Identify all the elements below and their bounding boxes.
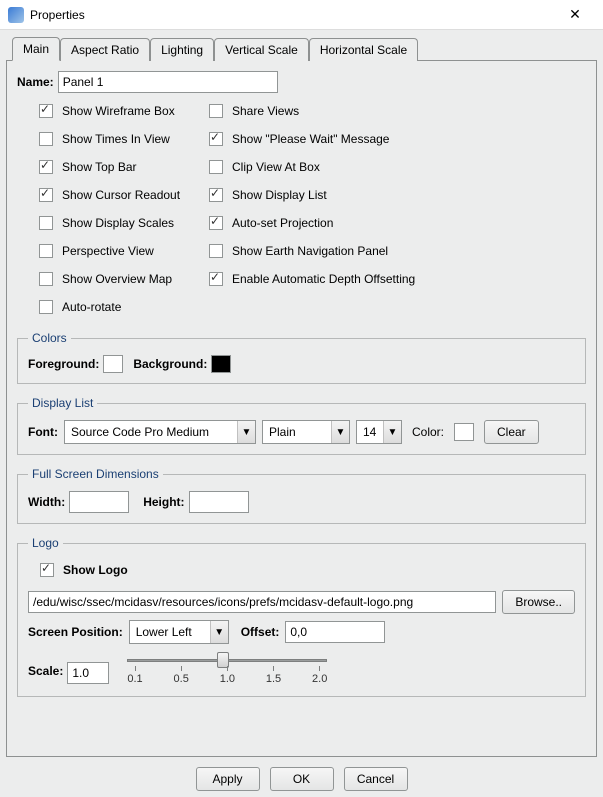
scale-input[interactable] bbox=[67, 662, 109, 684]
tab-vertical-scale[interactable]: Vertical Scale bbox=[214, 38, 309, 61]
cb-label: Auto-rotate bbox=[62, 300, 121, 314]
font-family-select[interactable]: Source Code Pro Medium ▼ bbox=[64, 420, 256, 444]
chevron-down-icon: ▼ bbox=[237, 421, 255, 443]
tick-label: 2.0 bbox=[312, 666, 327, 685]
name-label: Name: bbox=[17, 75, 54, 89]
colors-legend: Colors bbox=[28, 331, 71, 345]
cb-clip-view-at-box[interactable] bbox=[209, 160, 223, 174]
logo-legend: Logo bbox=[28, 536, 63, 550]
cb-show-cursor-readout[interactable] bbox=[39, 188, 53, 202]
cb-show-overview-map[interactable] bbox=[39, 272, 53, 286]
full-screen-group: Full Screen Dimensions Width: Height: bbox=[17, 467, 586, 524]
colors-group: Colors Foreground: Background: bbox=[17, 331, 586, 384]
cb-label: Show Top Bar bbox=[62, 160, 137, 174]
name-input[interactable] bbox=[58, 71, 278, 93]
foreground-swatch[interactable] bbox=[103, 355, 123, 373]
height-input[interactable] bbox=[189, 491, 249, 513]
cb-show-earth-nav-panel[interactable] bbox=[209, 244, 223, 258]
background-label: Background: bbox=[133, 357, 207, 371]
cb-show-top-bar[interactable] bbox=[39, 160, 53, 174]
cb-show-wireframe-box[interactable] bbox=[39, 104, 53, 118]
foreground-label: Foreground: bbox=[28, 357, 99, 371]
offset-input[interactable] bbox=[285, 621, 385, 643]
cancel-button[interactable]: Cancel bbox=[344, 767, 408, 791]
chevron-down-icon: ▼ bbox=[331, 421, 349, 443]
font-family-value: Source Code Pro Medium bbox=[65, 425, 237, 439]
cb-show-please-wait[interactable] bbox=[209, 132, 223, 146]
tick-label: 1.5 bbox=[266, 666, 281, 685]
tick-label: 1.0 bbox=[220, 666, 235, 685]
cb-label: Show Times In View bbox=[62, 132, 170, 146]
logo-path-input[interactable] bbox=[28, 591, 496, 613]
font-size-select[interactable]: 14 ▼ bbox=[356, 420, 402, 444]
titlebar: Properties ✕ bbox=[0, 0, 603, 30]
width-label: Width: bbox=[28, 495, 65, 509]
cb-show-logo[interactable] bbox=[40, 563, 54, 577]
cb-share-views[interactable] bbox=[209, 104, 223, 118]
display-list-group: Display List Font: Source Code Pro Mediu… bbox=[17, 396, 586, 455]
tab-main[interactable]: Main bbox=[12, 37, 60, 61]
window-title: Properties bbox=[30, 8, 555, 22]
width-input[interactable] bbox=[69, 491, 129, 513]
checkbox-grid: Show Wireframe Box Share Views Show Time… bbox=[35, 101, 586, 317]
ok-button[interactable]: OK bbox=[270, 767, 334, 791]
cb-enable-auto-depth-offset[interactable] bbox=[209, 272, 223, 286]
clear-button[interactable]: Clear bbox=[484, 420, 539, 444]
screen-position-value: Lower Left bbox=[130, 625, 210, 639]
logo-group: Logo Show Logo Browse.. Screen Position:… bbox=[17, 536, 586, 697]
display-list-color-swatch[interactable] bbox=[454, 423, 474, 441]
screen-position-select[interactable]: Lower Left ▼ bbox=[129, 620, 229, 644]
cb-label: Perspective View bbox=[62, 244, 154, 258]
tab-horizontal-scale[interactable]: Horizontal Scale bbox=[309, 38, 418, 61]
cb-label: Share Views bbox=[232, 104, 299, 118]
display-list-legend: Display List bbox=[28, 396, 97, 410]
height-label: Height: bbox=[143, 495, 184, 509]
tick-label: 0.1 bbox=[127, 666, 142, 685]
cb-perspective-view[interactable] bbox=[39, 244, 53, 258]
cb-label: Enable Automatic Depth Offsetting bbox=[232, 272, 415, 286]
chevron-down-icon: ▼ bbox=[383, 421, 401, 443]
background-swatch[interactable] bbox=[211, 355, 231, 373]
cb-label: Show Cursor Readout bbox=[62, 188, 180, 202]
cb-label: Show Display List bbox=[232, 188, 327, 202]
font-style-value: Plain bbox=[263, 425, 331, 439]
show-logo-label: Show Logo bbox=[63, 563, 128, 577]
app-icon bbox=[8, 7, 24, 23]
tab-bar: Main Aspect Ratio Lighting Vertical Scal… bbox=[12, 36, 597, 60]
cb-show-display-scales[interactable] bbox=[39, 216, 53, 230]
content-area: Main Aspect Ratio Lighting Vertical Scal… bbox=[0, 30, 603, 797]
tab-panel-main: Name: Show Wireframe Box Share Views Sho… bbox=[6, 60, 597, 757]
cb-auto-rotate[interactable] bbox=[39, 300, 53, 314]
offset-label: Offset: bbox=[241, 625, 280, 639]
tab-aspect-ratio[interactable]: Aspect Ratio bbox=[60, 38, 150, 61]
font-size-value: 14 bbox=[357, 425, 383, 439]
cb-label: Show Display Scales bbox=[62, 216, 174, 230]
browse-button[interactable]: Browse.. bbox=[502, 590, 575, 614]
font-style-select[interactable]: Plain ▼ bbox=[262, 420, 350, 444]
cb-show-display-list[interactable] bbox=[209, 188, 223, 202]
cb-label: Show Earth Navigation Panel bbox=[232, 244, 388, 258]
scale-label: Scale: bbox=[28, 664, 63, 678]
tick-label: 0.5 bbox=[174, 666, 189, 685]
apply-button[interactable]: Apply bbox=[196, 767, 260, 791]
dialog-buttons: Apply OK Cancel bbox=[6, 757, 597, 791]
slider-ticks: 0.1 0.5 1.0 1.5 2.0 bbox=[127, 666, 327, 685]
scale-slider[interactable]: 0.1 0.5 1.0 1.5 2.0 bbox=[127, 650, 327, 686]
tab-lighting[interactable]: Lighting bbox=[150, 38, 214, 61]
cb-auto-set-projection[interactable] bbox=[209, 216, 223, 230]
full-screen-legend: Full Screen Dimensions bbox=[28, 467, 163, 481]
close-button[interactable]: ✕ bbox=[555, 6, 595, 23]
font-label: Font: bbox=[28, 425, 58, 439]
cb-label: Show Wireframe Box bbox=[62, 104, 175, 118]
cb-label: Clip View At Box bbox=[232, 160, 320, 174]
cb-label: Auto-set Projection bbox=[232, 216, 333, 230]
cb-label: Show "Please Wait" Message bbox=[232, 132, 389, 146]
cb-label: Show Overview Map bbox=[62, 272, 172, 286]
cb-show-times-in-view[interactable] bbox=[39, 132, 53, 146]
color-label: Color: bbox=[412, 425, 444, 439]
screen-position-label: Screen Position: bbox=[28, 625, 123, 639]
chevron-down-icon: ▼ bbox=[210, 621, 228, 643]
